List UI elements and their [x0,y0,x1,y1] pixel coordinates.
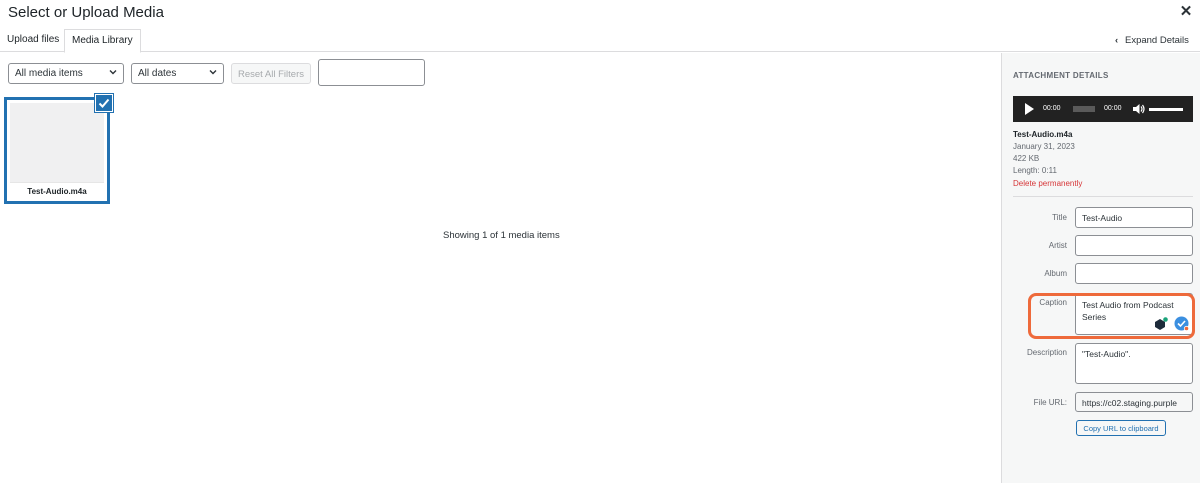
volume-icon[interactable] [1132,103,1145,115]
file-url-field[interactable]: https://c02.staging.purple [1075,392,1193,412]
dates-select[interactable]: All dates [131,63,224,84]
copy-url-button[interactable]: Copy URL to clipboard [1076,420,1166,436]
expand-details-link[interactable]: ‹ Expand Details [1115,35,1189,46]
current-time: 00:00 [1043,105,1061,112]
chevron-left-icon: ‹ [1115,35,1119,46]
delete-permanently-link[interactable]: Delete permanently [1013,179,1082,188]
modal-title: Select or Upload Media [8,4,164,21]
description-label: Description [1026,348,1067,357]
artist-field[interactable] [1075,235,1193,256]
status-text: Showing 1 of 1 media items [443,230,560,241]
expand-details-label: Expand Details [1125,35,1189,46]
tab-upload-files[interactable]: Upload files [0,29,66,53]
details-size: 422 KB [1013,154,1040,163]
details-filename: Test-Audio.m4a [1013,130,1073,139]
dates-value: All dates [138,68,177,79]
tab-media-library[interactable]: Media Library [64,29,141,53]
media-type-select[interactable]: All media items [8,63,124,84]
details-date: January 31, 2023 [1013,142,1075,151]
title-field[interactable]: Test-Audio [1075,207,1193,228]
details-header: ATTACHMENT DETAILS [1013,71,1109,80]
volume-slider[interactable] [1149,108,1183,111]
chevron-down-icon [109,70,117,75]
duration: 00:00 [1104,105,1122,112]
media-type-value: All media items [15,68,83,79]
tabs-bar: Upload files Media Library [0,28,1200,53]
details-length: Length: 0:11 [1013,166,1057,175]
reset-filters-button[interactable]: Reset All Filters [231,63,311,84]
caption-label: Caption [1039,298,1067,307]
grammar-check-icon[interactable] [1174,316,1189,331]
attachment-details-panel: ATTACHMENT DETAILS 00:00 00:00 Test-Audi… [1001,53,1200,483]
play-icon[interactable] [1025,103,1034,115]
audio-player: 00:00 00:00 [1013,96,1193,122]
album-label: Album [1044,269,1067,278]
divider [1013,196,1193,197]
extension-icon[interactable] [1154,317,1168,331]
audio-thumbnail [10,103,104,182]
album-field[interactable] [1075,263,1193,284]
chevron-down-icon [209,70,217,75]
checkmark-icon[interactable] [95,94,113,112]
artist-label: Artist [1048,241,1067,250]
file-url-label: File URL: [1033,398,1067,407]
attachment-filename: Test-Audio.m4a [10,182,104,198]
description-field[interactable]: "Test-Audio". [1075,343,1193,384]
title-label: Title [1052,213,1067,222]
close-icon[interactable]: ✕ [1179,4,1193,19]
attachment-tile[interactable]: Test-Audio.m4a [4,97,110,204]
search-input[interactable] [318,59,425,86]
progress-track[interactable] [1073,106,1095,112]
